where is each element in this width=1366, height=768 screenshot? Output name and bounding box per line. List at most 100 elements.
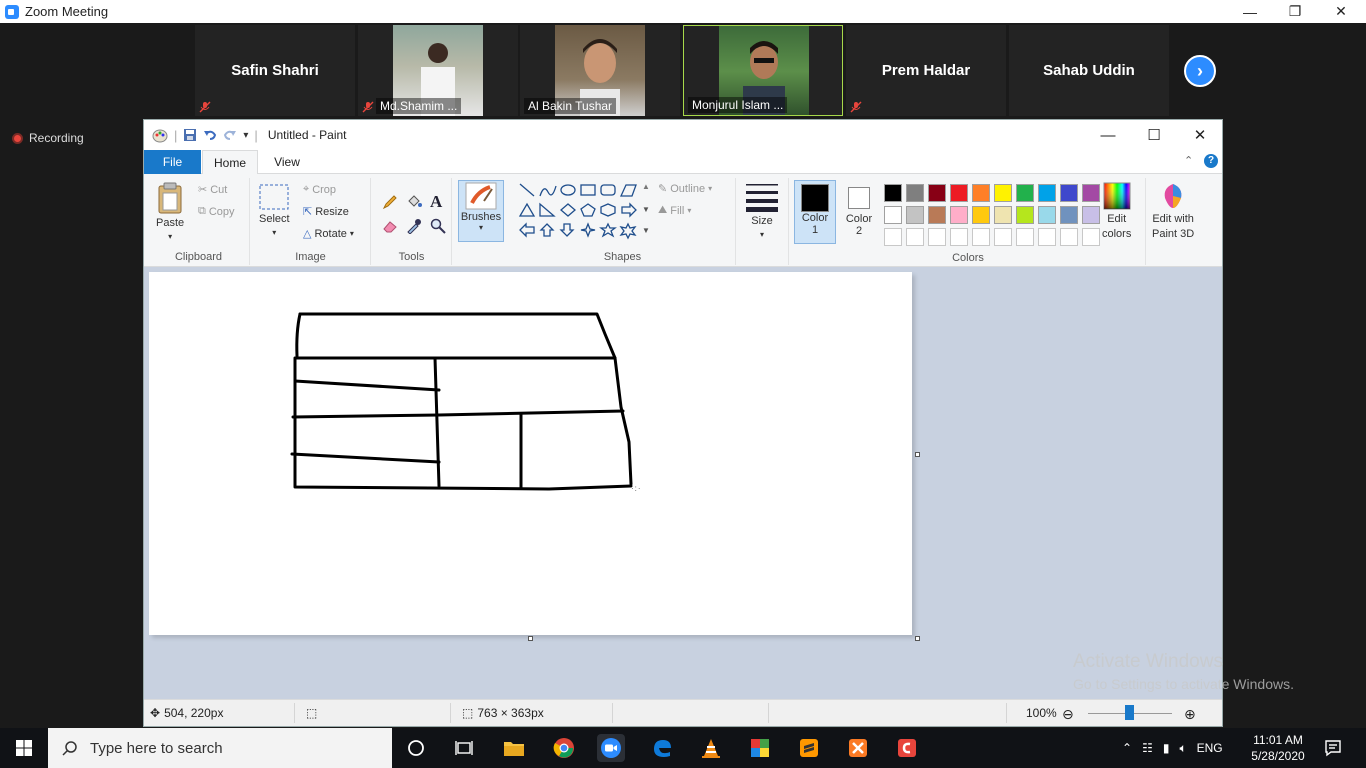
custom-color-slot[interactable] bbox=[1016, 228, 1034, 246]
resize-handle-bottom[interactable] bbox=[528, 636, 533, 641]
rotate-button[interactable]: △ Rotate ▾ bbox=[303, 227, 354, 241]
paste-button[interactable]: Paste ▾ bbox=[156, 182, 184, 241]
recording-indicator[interactable]: Recording bbox=[12, 131, 84, 145]
palette-color-swatch[interactable] bbox=[1016, 206, 1034, 224]
palette-color-swatch[interactable] bbox=[1016, 184, 1034, 202]
palette-color-swatch[interactable] bbox=[1060, 206, 1078, 224]
pencil-icon[interactable] bbox=[382, 194, 398, 210]
shapes-gallery[interactable] bbox=[518, 182, 648, 242]
copy-button[interactable]: ⧉ Copy bbox=[198, 205, 235, 218]
participant-tile-sahab[interactable]: Sahab Uddin bbox=[1009, 25, 1169, 116]
codeblocks-icon[interactable] bbox=[893, 734, 921, 762]
palette-color-swatch[interactable] bbox=[1082, 206, 1100, 224]
palette-color-swatch[interactable] bbox=[1082, 184, 1100, 202]
participant-tile-shamim[interactable]: Md.Shamim ... bbox=[358, 25, 518, 116]
palette-color-swatch[interactable] bbox=[1038, 206, 1056, 224]
palette-color-swatch[interactable] bbox=[1038, 184, 1056, 202]
volume-icon[interactable]: 🔈︎ bbox=[1179, 741, 1186, 756]
crop-button[interactable]: ⌖ Crop bbox=[303, 183, 336, 196]
zoom-out-icon[interactable]: ⊖ bbox=[1062, 706, 1074, 723]
restore-button[interactable]: ❐ bbox=[1272, 0, 1318, 23]
taskbar-clock[interactable]: 11:01 AM 5/28/2020 bbox=[1248, 732, 1308, 764]
participant-tile-monjurul[interactable]: Monjurul Islam ... bbox=[683, 25, 843, 116]
eraser-icon[interactable] bbox=[382, 218, 398, 234]
redo-icon[interactable] bbox=[223, 128, 237, 142]
brushes-button[interactable]: Brushes ▾ bbox=[458, 180, 504, 242]
palette-color-swatch[interactable] bbox=[928, 206, 946, 224]
collapse-ribbon-icon[interactable]: ⌃ bbox=[1184, 154, 1193, 167]
shapes-expand-icon[interactable]: ▼ bbox=[642, 226, 650, 235]
custom-color-slot[interactable] bbox=[1082, 228, 1100, 246]
resize-handle-right[interactable] bbox=[915, 452, 920, 457]
palette-color-swatch[interactable] bbox=[884, 206, 902, 224]
palette-color-swatch[interactable] bbox=[928, 184, 946, 202]
palette-color-swatch[interactable] bbox=[972, 206, 990, 224]
tab-home[interactable]: Home bbox=[202, 150, 258, 175]
palette-color-swatch[interactable] bbox=[994, 184, 1012, 202]
palette-color-swatch[interactable] bbox=[950, 184, 968, 202]
drawing-canvas[interactable]: ·:· bbox=[149, 272, 912, 635]
winrar-icon[interactable] bbox=[746, 734, 774, 762]
paint-maximize-button[interactable]: ☐ bbox=[1131, 120, 1177, 150]
paint-minimize-button[interactable]: — bbox=[1085, 120, 1131, 150]
minimize-button[interactable]: — bbox=[1227, 0, 1273, 23]
size-button[interactable]: Size ▾ bbox=[745, 182, 779, 239]
start-button[interactable] bbox=[0, 728, 48, 768]
custom-color-slot[interactable] bbox=[950, 228, 968, 246]
zoom-slider-thumb[interactable] bbox=[1125, 705, 1134, 720]
palette-color-swatch[interactable] bbox=[994, 206, 1012, 224]
resize-handle-corner[interactable] bbox=[915, 636, 920, 641]
outline-button[interactable]: ✎ Outline ▾ bbox=[658, 182, 712, 196]
paint-close-button[interactable]: ✕ bbox=[1177, 120, 1223, 150]
next-page-chevron-icon[interactable]: › bbox=[1184, 55, 1216, 87]
tab-view[interactable]: View bbox=[260, 150, 314, 174]
custom-color-slot[interactable] bbox=[884, 228, 902, 246]
fill-button[interactable]: ⛰ Fill ▾ bbox=[658, 204, 691, 217]
taskbar-search-box[interactable]: Type here to search bbox=[48, 728, 392, 768]
palette-color-swatch[interactable] bbox=[906, 206, 924, 224]
xampp-icon[interactable] bbox=[844, 734, 872, 762]
cortana-icon[interactable] bbox=[402, 734, 430, 762]
language-indicator[interactable]: ENG bbox=[1197, 741, 1223, 755]
palette-color-swatch[interactable] bbox=[950, 206, 968, 224]
action-center-icon[interactable] bbox=[1324, 728, 1342, 768]
cut-button[interactable]: ✂ Cut bbox=[198, 183, 227, 197]
close-button[interactable]: ✕ bbox=[1318, 0, 1364, 23]
fill-bucket-icon[interactable] bbox=[406, 194, 422, 210]
battery-icon[interactable]: ▮ bbox=[1163, 741, 1170, 755]
participant-tile-prem[interactable]: Prem Haldar bbox=[846, 25, 1006, 116]
custom-color-slot[interactable] bbox=[972, 228, 990, 246]
palette-color-swatch[interactable] bbox=[906, 184, 924, 202]
custom-color-slot[interactable] bbox=[928, 228, 946, 246]
task-view-icon[interactable] bbox=[450, 734, 478, 762]
custom-color-slot[interactable] bbox=[906, 228, 924, 246]
color2-button[interactable]: Color 2 bbox=[840, 180, 878, 244]
participant-tile-safin[interactable]: Safin Shahri bbox=[195, 25, 355, 116]
custom-color-slot[interactable] bbox=[994, 228, 1012, 246]
palette-color-swatch[interactable] bbox=[884, 184, 902, 202]
help-icon[interactable]: ? bbox=[1204, 154, 1218, 168]
undo-icon[interactable] bbox=[203, 128, 217, 142]
participant-tile-tushar[interactable]: Al Bakin Tushar bbox=[520, 25, 680, 116]
resize-button[interactable]: ⇱ Resize bbox=[303, 205, 349, 219]
text-tool-icon[interactable]: A bbox=[430, 192, 442, 212]
color1-button[interactable]: Color 1 bbox=[794, 180, 836, 244]
palette-color-swatch[interactable] bbox=[972, 184, 990, 202]
edit-colors-button[interactable]: Edit colors bbox=[1102, 182, 1131, 240]
save-icon[interactable] bbox=[183, 128, 197, 142]
network-icon[interactable]: ☷ bbox=[1142, 741, 1153, 755]
edit-with-paint3d-button[interactable]: Edit with Paint 3D bbox=[1152, 182, 1194, 240]
zoom-taskbar-icon[interactable] bbox=[597, 734, 625, 762]
select-button[interactable]: Select ▾ bbox=[259, 184, 290, 237]
edge-icon[interactable] bbox=[648, 734, 676, 762]
custom-color-slot[interactable] bbox=[1038, 228, 1056, 246]
vlc-icon[interactable] bbox=[697, 734, 725, 762]
file-explorer-icon[interactable] bbox=[500, 734, 528, 762]
sublime-text-icon[interactable] bbox=[795, 734, 823, 762]
color-picker-icon[interactable] bbox=[406, 218, 422, 234]
chrome-icon[interactable] bbox=[550, 734, 578, 762]
magnifier-icon[interactable] bbox=[430, 218, 446, 234]
zoom-in-icon[interactable]: ⊕ bbox=[1184, 706, 1196, 723]
show-hidden-icons-icon[interactable]: ⌃ bbox=[1122, 741, 1132, 755]
customize-qa-icon[interactable]: ▾ bbox=[243, 130, 248, 141]
